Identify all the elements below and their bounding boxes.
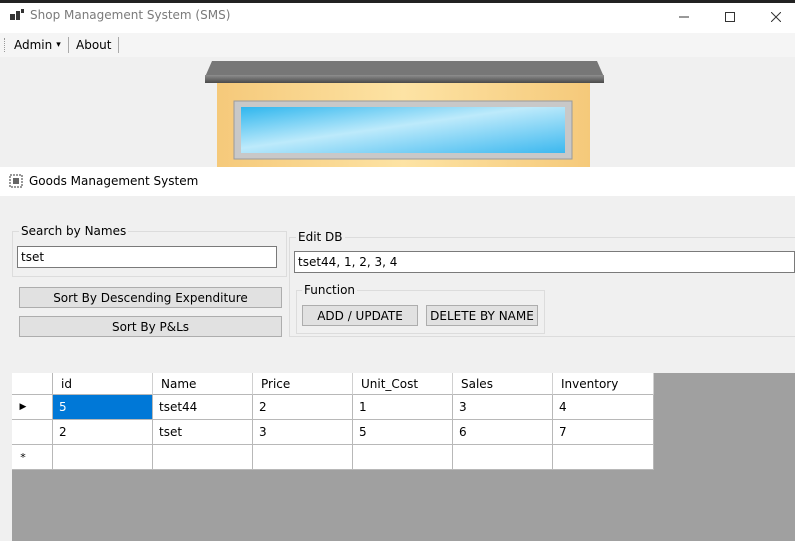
table-cell[interactable]: 2 bbox=[253, 395, 353, 420]
app-icon bbox=[10, 9, 24, 20]
menu-separator bbox=[118, 37, 119, 53]
delete-by-name-button[interactable]: DELETE BY NAME bbox=[426, 305, 538, 326]
new-row-cell[interactable] bbox=[253, 445, 353, 470]
current-row-icon: ▶ bbox=[19, 402, 27, 412]
new-row-cell[interactable] bbox=[553, 445, 654, 470]
table-cell[interactable]: 6 bbox=[453, 420, 553, 445]
column-header-price[interactable]: Price bbox=[253, 373, 353, 395]
new-row-cell[interactable] bbox=[53, 445, 153, 470]
column-header-inventory[interactable]: Inventory bbox=[553, 373, 654, 395]
maximize-icon bbox=[725, 12, 735, 22]
column-header-unit-cost[interactable]: Unit_Cost bbox=[353, 373, 453, 395]
search-input[interactable]: tset bbox=[17, 246, 277, 268]
column-header-name[interactable]: Name bbox=[153, 373, 253, 395]
new-row-icon: * bbox=[20, 450, 26, 464]
new-row-cell[interactable] bbox=[453, 445, 553, 470]
function-group-label: Function bbox=[302, 283, 358, 297]
menu-item-admin-label: Admin bbox=[14, 38, 53, 52]
edit-db-input[interactable]: tset44, 1, 2, 3, 4 bbox=[294, 251, 795, 273]
table-cell[interactable]: 3 bbox=[453, 395, 553, 420]
edit-db-group-label: Edit DB bbox=[296, 230, 345, 244]
minimize-icon bbox=[679, 16, 689, 18]
add-update-button[interactable]: ADD / UPDATE bbox=[302, 305, 418, 326]
table-cell[interactable]: 1 bbox=[353, 395, 453, 420]
column-header-sales[interactable]: Sales bbox=[453, 373, 553, 395]
menu-item-about-label: About bbox=[76, 38, 112, 52]
form-icon bbox=[9, 174, 23, 188]
close-icon bbox=[771, 12, 781, 22]
menu-bar bbox=[0, 33, 795, 57]
column-header-id[interactable]: id bbox=[53, 373, 153, 395]
sort-pnl-button[interactable]: Sort By P&Ls bbox=[19, 316, 282, 337]
goods-data-grid[interactable]: id Name Price Unit_Cost Sales Inventory … bbox=[12, 373, 795, 541]
storefront-image bbox=[205, 61, 604, 167]
menu-separator bbox=[68, 37, 69, 53]
table-cell[interactable]: tset44 bbox=[153, 395, 253, 420]
child-window-title: Goods Management System bbox=[29, 174, 199, 188]
chevron-down-icon: ▾ bbox=[56, 40, 61, 50]
menu-item-admin[interactable]: Admin ▾ bbox=[10, 37, 65, 53]
mdi-background bbox=[0, 57, 795, 167]
table-cell[interactable]: tset bbox=[153, 420, 253, 445]
new-row-cell[interactable] bbox=[353, 445, 453, 470]
close-button[interactable] bbox=[753, 3, 795, 31]
minimize-button[interactable] bbox=[661, 3, 707, 31]
row-header[interactable]: ▶ bbox=[12, 395, 53, 420]
menu-item-about[interactable]: About bbox=[72, 37, 115, 53]
table-cell[interactable]: 5 bbox=[53, 395, 153, 420]
table-cell[interactable]: 3 bbox=[253, 420, 353, 445]
grid-corner-header[interactable] bbox=[12, 373, 53, 395]
new-row-cell[interactable] bbox=[153, 445, 253, 470]
table-cell[interactable]: 5 bbox=[353, 420, 453, 445]
menu-grip bbox=[4, 38, 6, 52]
new-row-header[interactable]: * bbox=[12, 445, 53, 470]
search-group-label: Search by Names bbox=[19, 224, 129, 238]
maximize-button[interactable] bbox=[707, 3, 753, 31]
row-header[interactable] bbox=[12, 420, 53, 445]
table-cell[interactable]: 7 bbox=[553, 420, 654, 445]
window-title: Shop Management System (SMS) bbox=[30, 8, 231, 22]
table-cell[interactable]: 2 bbox=[53, 420, 153, 445]
sort-expenditure-button[interactable]: Sort By Descending Expenditure bbox=[19, 287, 282, 308]
table-cell[interactable]: 4 bbox=[553, 395, 654, 420]
